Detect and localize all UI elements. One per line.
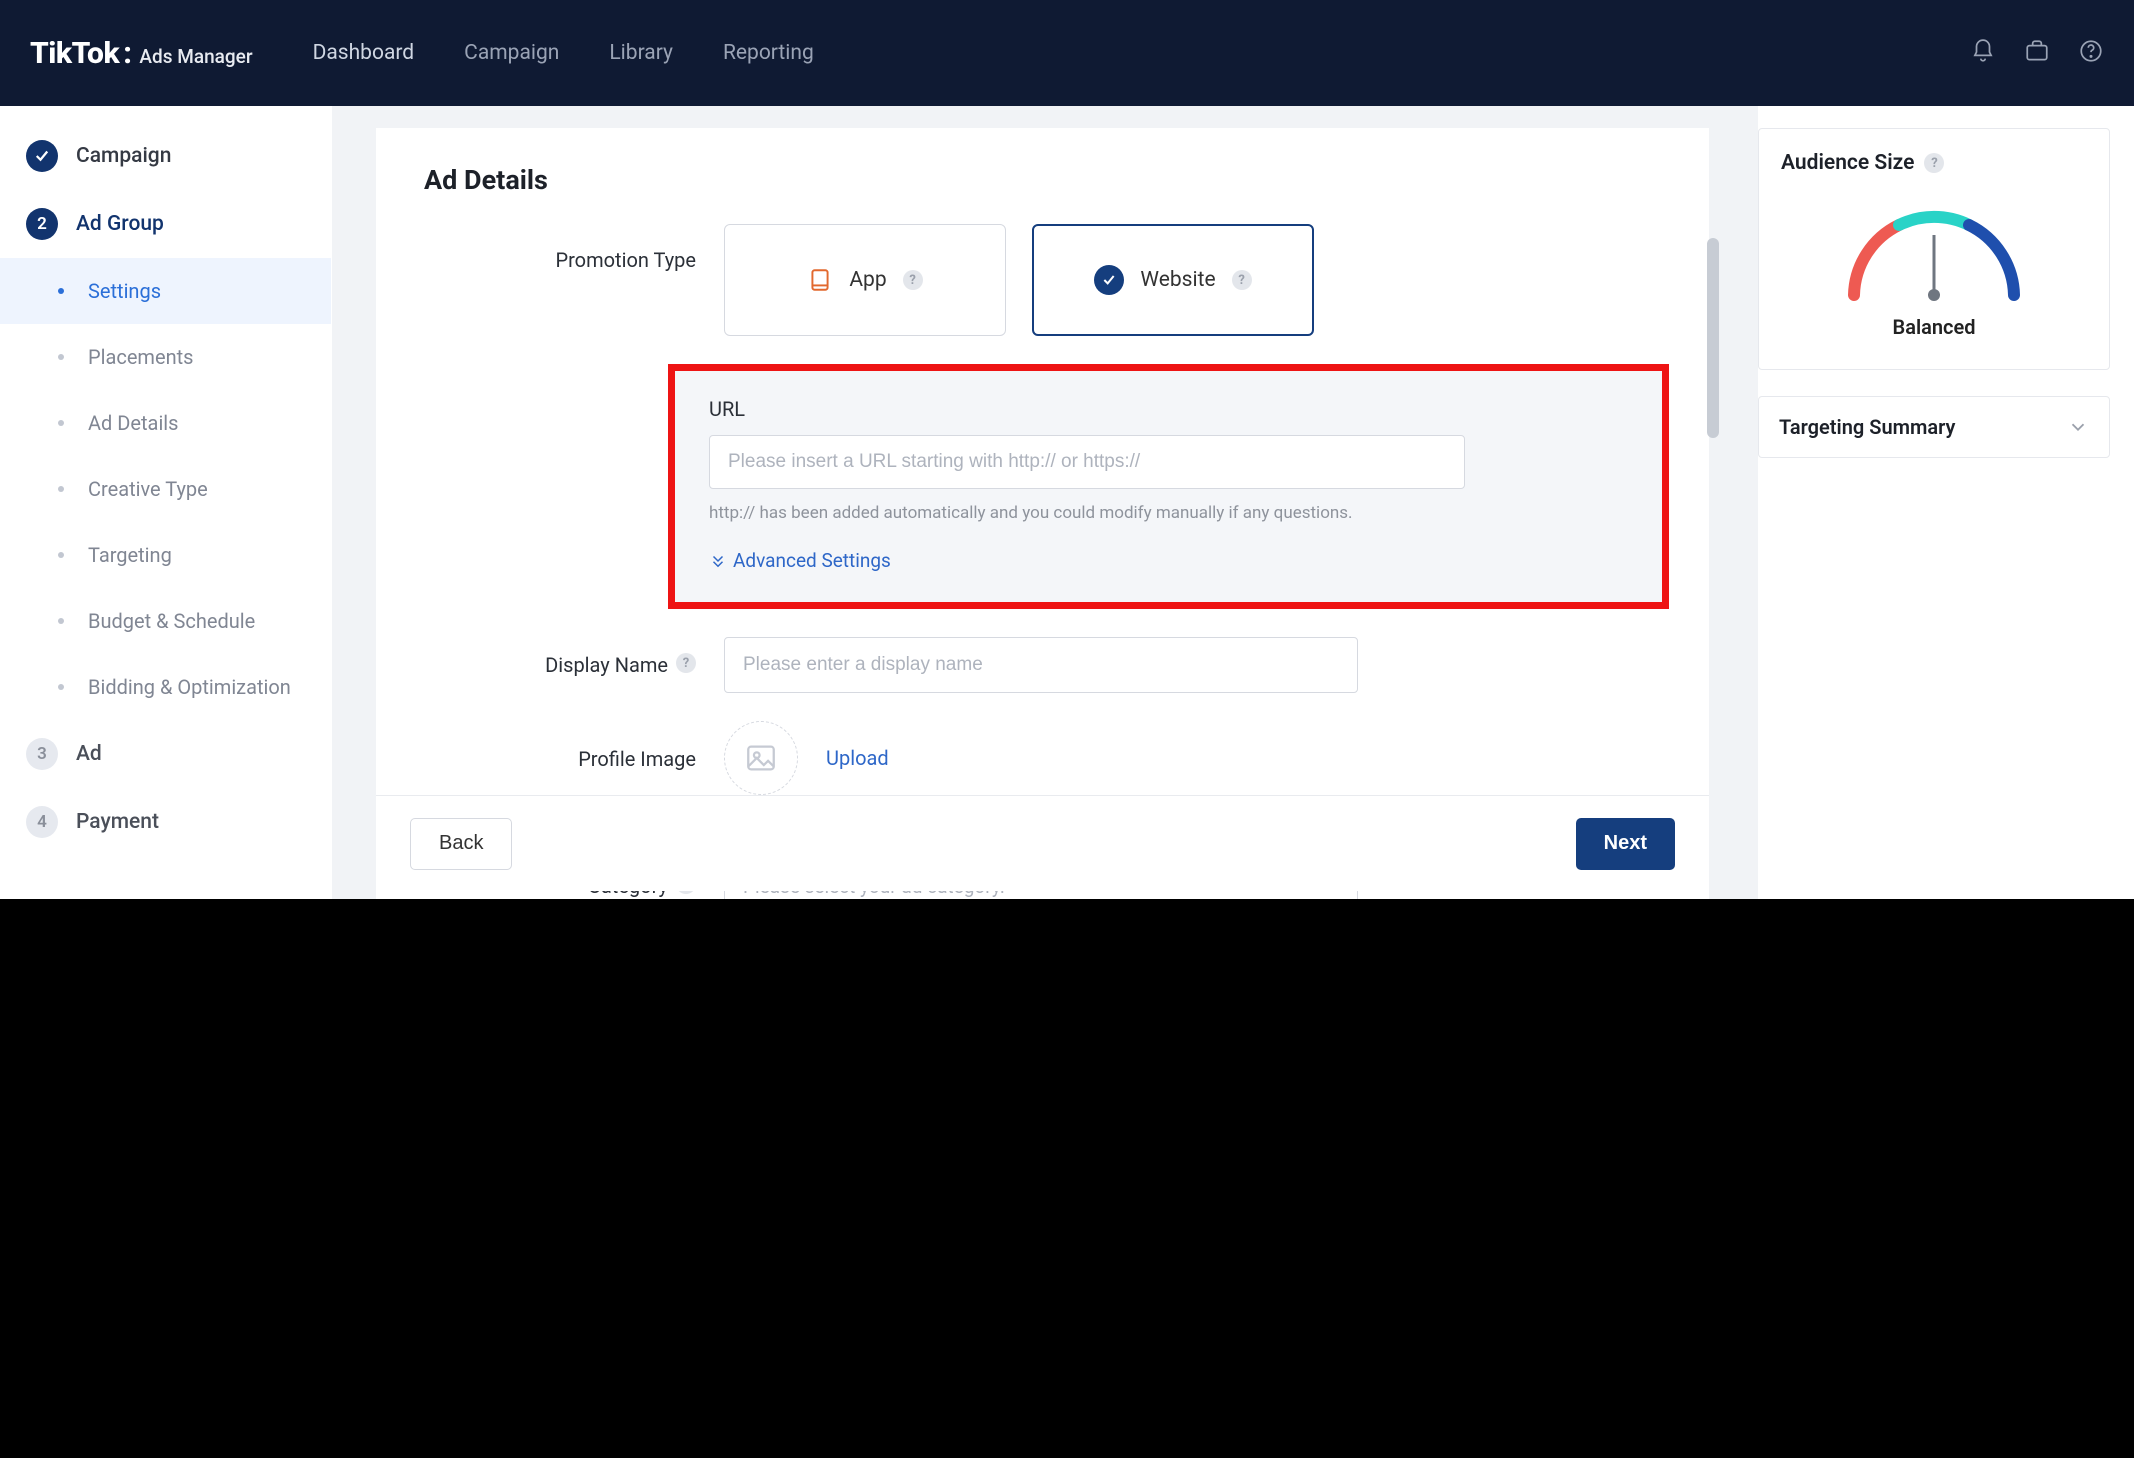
audience-size-card: Audience Size ? Balanced	[1758, 128, 2110, 370]
promo-option-website[interactable]: Website ?	[1032, 224, 1314, 336]
url-highlight-box: URL http:// has been added automatically…	[668, 364, 1669, 609]
nav-library[interactable]: Library	[609, 41, 673, 65]
nav-reporting[interactable]: Reporting	[723, 41, 814, 65]
footer-bar: Back Next	[376, 795, 1709, 891]
sidebar-sub-label: Bidding & Optimization	[88, 675, 291, 699]
promo-app-label: App	[849, 268, 886, 292]
profile-thumb-placeholder	[724, 721, 798, 795]
targeting-summary-label: Targeting Summary	[1779, 415, 1955, 439]
bullet-icon	[58, 618, 64, 624]
sidebar-sub-label: Settings	[88, 279, 161, 303]
advanced-settings-link[interactable]: Advanced Settings	[709, 549, 1628, 572]
left-sidebar: Campaign 2 Ad Group Settings Placements	[0, 106, 332, 899]
sidebar-adgroup-label: Ad Group	[76, 212, 164, 236]
sidebar-ad-label: Ad	[76, 742, 102, 766]
sidebar-sub-settings[interactable]: Settings	[0, 258, 331, 324]
top-icon-group	[1970, 38, 2104, 68]
display-name-input[interactable]	[724, 637, 1358, 693]
bullet-icon	[58, 552, 64, 558]
sidebar-step-ad[interactable]: 3 Ad	[0, 720, 331, 788]
sidebar-sub-label: Creative Type	[88, 477, 208, 501]
main-card: Ad Details Promotion Type	[376, 128, 1709, 899]
help-icon[interactable]	[2078, 38, 2104, 68]
sidebar-step-adgroup[interactable]: 2 Ad Group	[0, 190, 331, 258]
sidebar-sub-budget[interactable]: Budget & Schedule	[0, 588, 331, 654]
main-column: Ad Details Promotion Type	[332, 106, 1758, 899]
row-display-name: Display Name ?	[424, 637, 1661, 693]
check-icon	[26, 140, 58, 172]
nav-campaign[interactable]: Campaign	[464, 41, 559, 65]
brand-subtitle: Ads Manager	[139, 45, 252, 68]
top-nav-links: Dashboard Campaign Library Reporting	[313, 41, 814, 65]
help-icon[interactable]: ?	[1232, 270, 1252, 290]
row-profile-image: Profile Image Upload	[424, 721, 1661, 795]
label-text: Display Name	[545, 653, 668, 677]
brand: TikTok : Ads Manager	[30, 36, 253, 71]
bullet-icon	[58, 684, 64, 690]
bullet-icon	[58, 288, 64, 294]
sidebar-sub-addetails[interactable]: Ad Details	[0, 390, 331, 456]
url-panel: URL http:// has been added automatically…	[675, 371, 1662, 602]
double-chevron-down-icon	[709, 552, 727, 570]
step-number-badge: 3	[26, 738, 58, 770]
sidebar-sub-placements[interactable]: Placements	[0, 324, 331, 390]
label-text: Profile Image	[578, 747, 696, 771]
step-number-badge: 4	[26, 806, 58, 838]
sidebar-sub-bidding[interactable]: Bidding & Optimization	[0, 654, 331, 720]
scrollbar-thumb[interactable]	[1707, 238, 1719, 438]
promo-options: App ? Website ?	[724, 224, 1661, 336]
image-icon	[744, 741, 778, 775]
brand-logo-text: TikTok	[30, 36, 119, 71]
back-button[interactable]: Back	[410, 818, 512, 870]
section-title: Ad Details	[424, 164, 1661, 196]
audience-title: Audience Size	[1781, 151, 1914, 175]
help-icon[interactable]: ?	[903, 270, 923, 290]
sidebar-sub-label: Ad Details	[88, 411, 179, 435]
right-column: Audience Size ? Balanced	[1758, 106, 2134, 899]
nav-dashboard[interactable]: Dashboard	[313, 41, 415, 65]
sidebar-sub-targeting[interactable]: Targeting	[0, 522, 331, 588]
next-button[interactable]: Next	[1576, 818, 1675, 870]
top-navbar: TikTok : Ads Manager Dashboard Campaign …	[0, 0, 2134, 106]
step-number-badge: 2	[26, 208, 58, 240]
sidebar-sub-label: Targeting	[88, 543, 172, 567]
sidebar-payment-label: Payment	[76, 810, 159, 834]
bell-icon[interactable]	[1970, 38, 1996, 68]
gauge-icon	[1829, 185, 2039, 305]
url-label: URL	[709, 397, 1628, 421]
promo-option-app[interactable]: App ?	[724, 224, 1006, 336]
row-promotion-type: Promotion Type App ?	[424, 224, 1661, 336]
bullet-icon	[58, 420, 64, 426]
label-text: Promotion Type	[555, 248, 696, 272]
sidebar-step-campaign[interactable]: Campaign	[0, 122, 331, 190]
brand-colon: :	[123, 36, 131, 71]
help-icon[interactable]: ?	[676, 653, 696, 673]
brand-logo: TikTok :	[30, 36, 131, 71]
sidebar-sub-label: Budget & Schedule	[88, 609, 255, 633]
gauge-label: Balanced	[1893, 315, 1976, 339]
sidebar-step-payment[interactable]: 4 Payment	[0, 788, 331, 856]
bullet-icon	[58, 354, 64, 360]
app-icon	[807, 267, 833, 293]
upload-link[interactable]: Upload	[826, 746, 889, 770]
label-promotion-type: Promotion Type	[424, 224, 724, 336]
help-icon[interactable]: ?	[1924, 153, 1944, 173]
briefcase-icon[interactable]	[2024, 38, 2050, 68]
check-icon	[1094, 265, 1124, 295]
sidebar-sub-creative[interactable]: Creative Type	[0, 456, 331, 522]
url-hint: http:// has been added automatically and…	[709, 503, 1628, 523]
promo-web-label: Website	[1140, 268, 1215, 292]
chevron-down-icon	[2067, 416, 2089, 438]
sidebar-campaign-label: Campaign	[76, 144, 171, 168]
url-input[interactable]	[709, 435, 1465, 489]
sidebar-sub-label: Placements	[88, 345, 194, 369]
bullet-icon	[58, 486, 64, 492]
targeting-summary-card[interactable]: Targeting Summary	[1758, 396, 2110, 458]
advanced-settings-text: Advanced Settings	[733, 549, 891, 572]
